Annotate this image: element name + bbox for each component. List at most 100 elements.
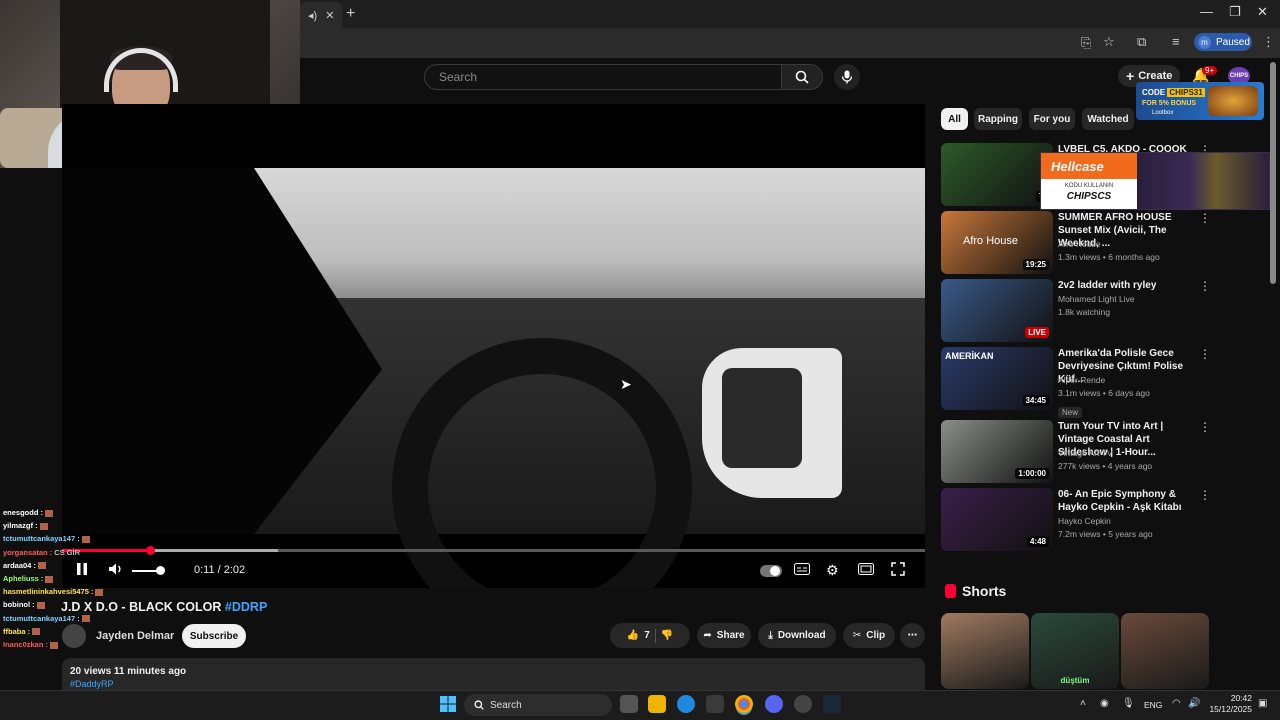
recommended-video-title[interactable]: 06- An Epic Symphony & Hayko Cepkin - Aş… xyxy=(1058,488,1198,514)
steam-icon[interactable] xyxy=(823,695,841,713)
fullscreen-button[interactable] xyxy=(891,562,905,579)
short-thumbnail[interactable] xyxy=(941,613,1029,689)
voice-search-button[interactable] xyxy=(834,64,860,90)
audio-icon[interactable]: ◂) xyxy=(308,9,317,22)
browser-menu-icon[interactable]: ⋮ xyxy=(1262,34,1275,50)
clock-time: 20:42 xyxy=(1230,693,1252,703)
recommended-video[interactable]: 1:00:00 Turn Your TV into Art | Vintage C… xyxy=(941,420,1211,486)
recommended-video[interactable]: 4:48 06- An Epic Symphony & Hayko Cepkin … xyxy=(941,488,1211,554)
edge-browser-icon[interactable] xyxy=(677,695,695,713)
video-title-text: J.D X D.O - BLACK COLOR xyxy=(61,600,222,614)
recommended-video-meta: 1.8k watching xyxy=(1058,307,1110,317)
chrome-browser-icon[interactable] xyxy=(735,695,753,713)
chip-watched[interactable]: Watched xyxy=(1082,108,1134,130)
close-window-button[interactable]: ✕ xyxy=(1257,4,1268,20)
like-dislike-group: 👍 7 👎 xyxy=(610,623,690,648)
task-view-icon[interactable] xyxy=(620,695,638,713)
recommended-video-meta: 3.1m views • 6 days ago xyxy=(1058,388,1150,398)
store-icon[interactable] xyxy=(706,695,724,713)
download-button[interactable]: ⤓ Download xyxy=(758,623,836,648)
recommended-channel-name[interactable]: Hayko Cepkin xyxy=(1058,516,1111,526)
new-tab-button[interactable]: + xyxy=(346,5,355,23)
wifi-icon[interactable]: ◠ xyxy=(1172,698,1181,709)
more-options-icon[interactable]: ⋮ xyxy=(1199,347,1211,361)
chip-rapping[interactable]: Rapping xyxy=(974,108,1022,130)
video-thumbnail[interactable]: LIVE xyxy=(941,279,1053,342)
maximize-button[interactable]: ❐ xyxy=(1229,4,1241,20)
discord-icon[interactable] xyxy=(765,695,783,713)
volume-tray-icon[interactable]: 🔊 xyxy=(1188,698,1200,709)
dislike-button[interactable]: 👎 xyxy=(661,630,673,641)
chat-message: bobinol : xyxy=(3,600,45,609)
tray-overflow-icon[interactable]: ˄ xyxy=(1080,698,1086,709)
notification-center-icon[interactable]: ▣ xyxy=(1258,698,1267,709)
chat-emote-icon xyxy=(45,509,54,517)
short-thumbnail[interactable]: düştüm xyxy=(1031,613,1119,689)
file-explorer-icon[interactable] xyxy=(648,695,666,713)
more-options-icon[interactable]: ⋮ xyxy=(1199,279,1211,293)
language-indicator[interactable]: ENG xyxy=(1144,700,1162,710)
search-input[interactable]: Search xyxy=(424,64,782,90)
subscribe-button[interactable]: Subscribe xyxy=(182,624,246,648)
profile-button[interactable]: m Paused xyxy=(1194,33,1252,51)
share-button[interactable]: ➦ Share xyxy=(697,623,751,648)
more-options-icon[interactable]: ⋮ xyxy=(1199,420,1211,434)
recommended-video-title[interactable]: 2v2 ladder with ryley xyxy=(1058,279,1198,292)
channel-name[interactable]: Jayden Delmar xyxy=(96,630,174,642)
search-button[interactable] xyxy=(781,64,823,90)
description-hashtag[interactable]: #DaddyRP xyxy=(70,679,917,689)
recommended-channel-name[interactable]: Mohamed Light Live xyxy=(1058,294,1135,304)
scissors-icon: ✂ xyxy=(852,630,862,641)
recommended-channel-name[interactable]: Vintage Art TV xyxy=(1058,448,1113,458)
media-control-icon[interactable]: ≡ xyxy=(1172,34,1180,49)
more-options-icon[interactable]: ⋮ xyxy=(1199,488,1211,502)
chip-all[interactable]: All xyxy=(941,108,968,130)
video-thumbnail[interactable]: 1:00:00 xyxy=(941,420,1053,483)
recommended-video[interactable]: AMERİKAN 34:45 Amerika'da Polisle Gece Dev… xyxy=(941,347,1211,418)
time-display: 0:11 / 2:02 xyxy=(194,564,246,576)
recommended-video[interactable]: LIVE 2v2 ladder with ryley Mohamed Light L… xyxy=(941,279,1211,345)
chat-message: ardaa04 : xyxy=(3,561,46,570)
video-title: J.D X D.O - BLACK COLOR #DDRP xyxy=(61,600,267,614)
taskbar-search[interactable]: Search xyxy=(464,694,612,716)
page-scrollbar[interactable] xyxy=(1270,62,1276,284)
video-hashtag[interactable]: #DDRP xyxy=(225,600,267,614)
theater-mode-button[interactable] xyxy=(858,562,874,578)
more-actions-button[interactable]: ⋯ xyxy=(900,623,925,648)
settings-button[interactable]: ⚙ xyxy=(826,562,839,579)
thumbnail-text: Afro House xyxy=(963,235,1019,247)
autoplay-toggle[interactable] xyxy=(760,565,782,577)
theater-icon xyxy=(858,563,874,575)
recommended-video[interactable]: Afro House 19:25 SUMMER AFRO HOUSE Sunset … xyxy=(941,211,1211,277)
microphone-tray-icon[interactable]: 🎙 xyxy=(1122,698,1135,709)
channel-avatar[interactable] xyxy=(62,624,86,648)
tab-close-icon[interactable]: ✕ xyxy=(325,9,334,22)
recommended-video-meta: 277k views • 4 years ago xyxy=(1058,461,1153,471)
system-clock[interactable]: 20:42 15/12/2025 xyxy=(1206,693,1252,715)
chip-for-you[interactable]: For you xyxy=(1029,108,1075,130)
chat-username: ffbaba : xyxy=(3,626,31,636)
recommended-channel-name[interactable]: Afro House xyxy=(1058,239,1101,249)
video-thumbnail[interactable]: Afro House 19:25 xyxy=(941,211,1053,274)
like-button[interactable]: 👍 7 xyxy=(627,630,650,641)
video-thumbnail[interactable]: 4:48 xyxy=(941,488,1053,551)
chat-username: bobinol : xyxy=(3,600,35,610)
subtitles-button[interactable] xyxy=(794,562,810,578)
short-thumbnail[interactable] xyxy=(1121,613,1209,689)
bookmark-star-icon[interactable]: ☆ xyxy=(1103,34,1115,50)
app-icon[interactable] xyxy=(794,695,812,713)
gear-icon: ⚙ xyxy=(826,562,839,578)
shorts-icon xyxy=(945,584,956,598)
clip-button[interactable]: ✂ Clip xyxy=(843,623,895,648)
video-thumbnail[interactable]: AMERİKAN 34:45 xyxy=(941,347,1053,410)
minimize-button[interactable]: — xyxy=(1200,4,1213,19)
promo-brand: Lootbox xyxy=(1152,110,1174,116)
video-thumbnail[interactable]: 7: xyxy=(941,143,1053,206)
recommended-channel-name[interactable]: Alper Rende xyxy=(1058,375,1105,385)
extensions-icon[interactable]: ⧉ xyxy=(1137,34,1146,50)
more-options-icon[interactable]: ⋮ xyxy=(1199,211,1211,225)
install-app-icon[interactable]: ⎘ xyxy=(1081,35,1091,51)
start-button[interactable] xyxy=(440,696,458,714)
discord-tray-icon[interactable]: ◉ xyxy=(1100,698,1109,709)
browser-tab[interactable]: ◂) ✕ xyxy=(300,2,342,28)
